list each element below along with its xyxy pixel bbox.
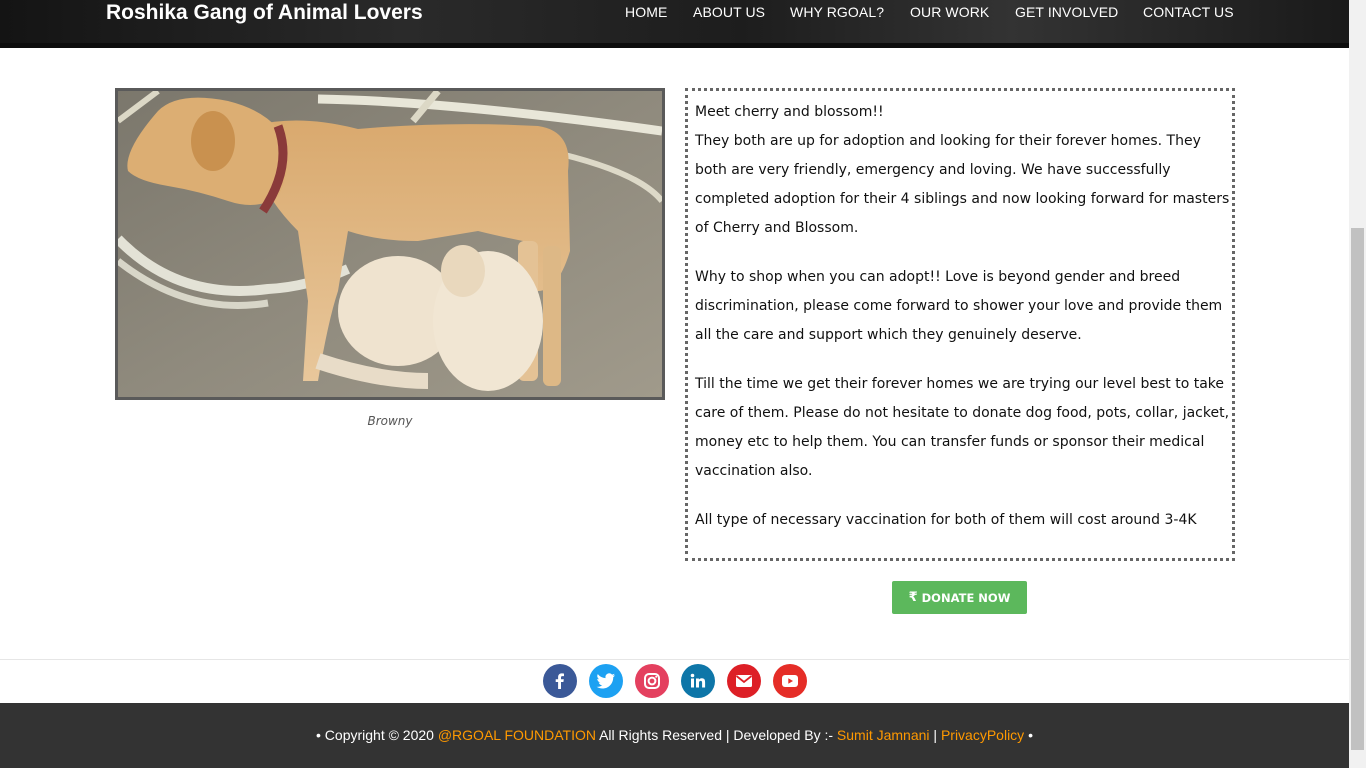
vertical-scrollbar[interactable] (1349, 0, 1366, 768)
email-icon[interactable] (727, 664, 761, 698)
site-brand[interactable]: Roshika Gang of Animal Lovers (106, 0, 423, 26)
copyright-line: • Copyright © 2020 @RGOAL FOUNDATION All… (0, 727, 1349, 743)
copyright-suffix: • (1024, 727, 1033, 743)
copyright-prefix: • Copyright © 2020 (316, 727, 438, 743)
photo-caption: Browny (367, 414, 413, 428)
adoption-story-box: Meet cherry and blossom!! They both are … (685, 88, 1235, 561)
donate-label: DONATE NOW (921, 590, 1011, 605)
nav-about-us[interactable]: ABOUT US (693, 4, 765, 20)
privacy-policy-link[interactable]: PrivacyPolicy (941, 727, 1024, 743)
copyright-middle: All Rights Reserved | Developed By :- (595, 727, 837, 743)
facebook-icon[interactable] (543, 664, 577, 698)
story-paragraph-4: All type of necessary vaccination for bo… (695, 512, 1197, 528)
nav-contact-us[interactable]: CONTACT US (1143, 4, 1234, 20)
developer-link[interactable]: Sumit Jamnani (837, 727, 930, 743)
story-paragraph-3: Till the time we get their forever homes… (695, 376, 1230, 479)
footer-separator: | (929, 727, 941, 743)
dog-photo (115, 88, 665, 400)
top-navbar: Roshika Gang of Animal Lovers HOME ABOUT… (0, 0, 1349, 48)
story-paragraph-2: Why to shop when you can adopt!! Love is… (695, 269, 1223, 343)
story-headline: Meet cherry and blossom!! (695, 104, 884, 120)
footer-divider (0, 659, 1349, 660)
nav-home[interactable]: HOME (625, 4, 667, 20)
linkedin-icon[interactable] (681, 664, 715, 698)
nav-why-rgoal[interactable]: WHY RGOAL? (790, 4, 884, 20)
twitter-icon[interactable] (589, 664, 623, 698)
foundation-link[interactable]: @RGOAL FOUNDATION (438, 727, 596, 743)
scrollbar-thumb[interactable] (1351, 228, 1364, 750)
donate-now-button[interactable]: ₹ DONATE NOW (892, 581, 1027, 614)
nav-get-involved[interactable]: GET INVOLVED (1015, 4, 1118, 20)
story-paragraph-1: They both are up for adoption and lookin… (695, 133, 1230, 236)
youtube-icon[interactable] (773, 664, 807, 698)
instagram-icon[interactable] (635, 664, 669, 698)
rupee-icon: ₹ (908, 590, 918, 605)
dog-photo-illustration (118, 91, 662, 397)
nav-our-work[interactable]: OUR WORK (910, 4, 989, 20)
site-footer: • Copyright © 2020 @RGOAL FOUNDATION All… (0, 703, 1349, 768)
story-intro: Meet cherry and blossom!! They both are … (695, 98, 1235, 243)
